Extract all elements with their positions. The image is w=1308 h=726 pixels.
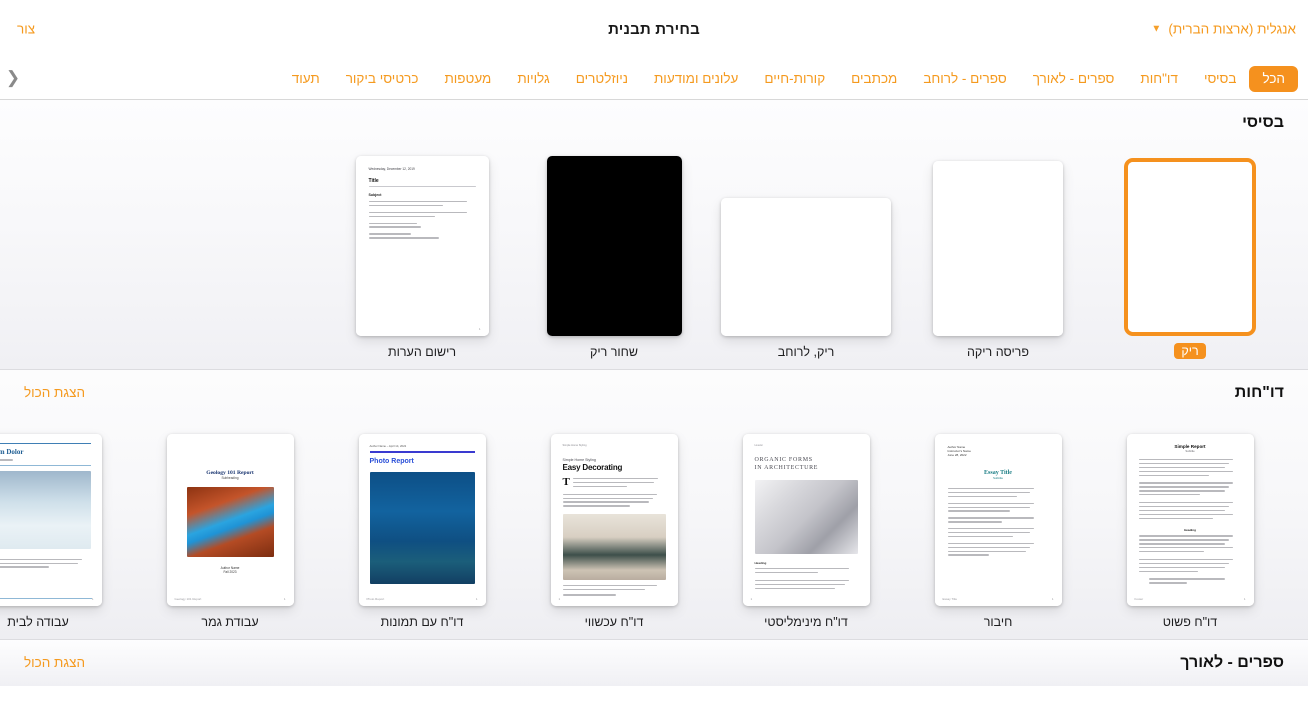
title-bar: צור בחירת תבנית אנגלית (ארצות הברית) ▼	[0, 0, 1308, 58]
section-reports-show-all[interactable]: הצגת הכול	[24, 385, 85, 400]
template-label: דו"ח מינימליסטי	[764, 615, 848, 629]
section-books-portrait-title: ספרים - לאורך	[1180, 654, 1284, 672]
template-card-term-paper[interactable]: Geology 101 ReportSubheadingAuthor NameF…	[134, 416, 326, 629]
template-thumbnail-wrap	[710, 146, 902, 336]
template-card-blank-layout[interactable]: פריסה ריקה	[902, 146, 1094, 359]
template-thumbnail[interactable]	[721, 198, 891, 336]
tab-6[interactable]: קורות-חיים	[751, 66, 838, 92]
chevron-down-icon: ▼	[1151, 24, 1161, 34]
tab-3[interactable]: ספרים - לאורך	[1020, 66, 1128, 92]
section-reports: דו"חות הצגת הכול Simple ReportSubtitleHe…	[0, 370, 1308, 639]
section-books-portrait-show-all[interactable]: הצגת הכול	[24, 655, 85, 670]
template-thumbnail-wrap	[902, 146, 1094, 336]
template-label: ריק, לרוחב	[778, 345, 835, 359]
template-label: שחור ריק	[590, 345, 638, 359]
template-thumbnail-wrap: Simple Home StylingSimple Home StylingEa…	[518, 416, 710, 606]
tab-8[interactable]: ניוזלטרים	[563, 66, 641, 92]
template-thumbnail[interactable]	[1124, 158, 1256, 336]
tab-11[interactable]: כרטיסי ביקור	[333, 66, 432, 92]
template-thumbnail[interactable]: Geology 101 ReportSubheadingAuthor NameF…	[167, 434, 294, 606]
template-thumbnail-wrap: Simple ReportSubtitleHeadingFooter1	[1094, 416, 1286, 606]
template-label: חיבור	[984, 615, 1013, 629]
page-title: בחירת תבנית	[608, 21, 700, 38]
template-thumbnail-wrap	[1094, 146, 1286, 336]
template-thumbnail[interactable]: Simple ReportSubtitleHeadingFooter1	[1127, 434, 1254, 606]
section-books-portrait: ספרים - לאורך הצגת הכול	[0, 640, 1308, 686]
template-label: דו"ח פשוט	[1163, 615, 1217, 629]
template-card-photo-report[interactable]: Author Name – April 14, 2022Photo Report…	[326, 416, 518, 629]
template-thumbnail[interactable]	[933, 161, 1063, 336]
template-thumbnail[interactable]: Wednesday, December 12, 2019TitleSubject…	[356, 156, 489, 336]
section-books-portrait-header: ספרים - לאורך הצגת הכול	[22, 640, 1286, 686]
tab-10[interactable]: מעטפות	[431, 66, 504, 92]
template-label: עבודת גמר	[201, 615, 258, 629]
chevron-left-icon[interactable]: ❮	[0, 68, 26, 90]
template-label: דו"ח עם תמונות	[381, 615, 464, 629]
template-label: פריסה ריקה	[967, 345, 1029, 359]
template-card-essay[interactable]: Author NameInstructor's NameJune 28, 202…	[902, 416, 1094, 629]
template-label: רישום הערות	[388, 345, 456, 359]
template-thumbnail-wrap	[518, 146, 710, 336]
template-card-blank[interactable]: ריק	[1094, 146, 1286, 359]
section-basic: בסיסי ריק פריסה ריקה ריק, לרוחב שחור ריק Wed…	[0, 100, 1308, 369]
tab-5[interactable]: מכתבים	[838, 66, 910, 92]
tab-7[interactable]: עלונים ומודעות	[641, 66, 751, 92]
tab-0[interactable]: הכל	[1249, 66, 1298, 92]
template-thumbnail[interactable]: Simple Home StylingSimple Home StylingEa…	[551, 434, 678, 606]
template-thumbnail-wrap: HeaderORGANIC FORMSIN ARCHITECTUREHeadin…	[710, 416, 902, 606]
section-basic-title: בסיסי	[1242, 114, 1284, 132]
tab-1[interactable]: בסיסי	[1191, 66, 1250, 92]
section-basic-header: בסיסי	[22, 100, 1286, 146]
template-thumbnail[interactable]: Author NameInstructor's NameJune 28, 202…	[935, 434, 1062, 606]
template-thumbnail-wrap: Geology 101 ReportSubheadingAuthor NameF…	[134, 416, 326, 606]
template-card-minimalist-report[interactable]: HeaderORGANIC FORMSIN ARCHITECTUREHeadin…	[710, 416, 902, 629]
language-selector[interactable]: אנגלית (ארצות הברית) ▼	[1151, 22, 1296, 37]
template-label: ריק	[1174, 343, 1205, 359]
template-label: דו"ח עכשווי	[585, 615, 644, 629]
template-thumbnail[interactable]	[547, 156, 682, 336]
template-thumbnail-wrap: Wednesday, December 12, 2019TitleSubject…	[326, 146, 518, 336]
template-card-black[interactable]: שחור ריק	[518, 146, 710, 359]
template-thumbnail[interactable]: HeaderORGANIC FORMSIN ARCHITECTUREHeadin…	[743, 434, 870, 606]
tab-2[interactable]: דו"חות	[1127, 66, 1191, 92]
template-card-contemporary-report[interactable]: Simple Home StylingSimple Home StylingEa…	[518, 416, 710, 629]
template-thumbnail[interactable]: Author Name – April 14, 2022Photo Report…	[359, 434, 486, 606]
template-category-tabbar: הכלבסיסידו"חותספרים - לאורךספרים - לרוחב…	[0, 58, 1308, 100]
section-reports-title: דו"חות	[1235, 384, 1284, 402]
template-gallery[interactable]: בסיסי ריק פריסה ריקה ריק, לרוחב שחור ריק Wed…	[0, 100, 1308, 726]
template-card-homework[interactable]: Ipsum Dolor1 עבודה לבית	[0, 416, 134, 629]
template-thumbnail-wrap: Author Name – April 14, 2022Photo Report…	[326, 416, 518, 606]
template-thumbnail[interactable]: Ipsum Dolor1	[0, 434, 102, 606]
template-thumbnail-wrap: Ipsum Dolor1	[0, 416, 134, 606]
template-row-basic: ריק פריסה ריקה ריק, לרוחב שחור ריק Wednesday…	[22, 146, 1286, 369]
template-card-note-taking[interactable]: Wednesday, December 12, 2019TitleSubject…	[326, 146, 518, 359]
language-label: אנגלית (ארצות הברית)	[1168, 22, 1296, 37]
tab-12[interactable]: תעוד	[279, 66, 333, 92]
template-thumbnail-wrap: Author NameInstructor's NameJune 28, 202…	[902, 416, 1094, 606]
template-label: עבודה לבית	[7, 615, 68, 629]
tab-list: הכלבסיסידו"חותספרים - לאורךספרים - לרוחב…	[26, 66, 1304, 92]
section-reports-header: דו"חות הצגת הכול	[22, 370, 1286, 416]
tab-4[interactable]: ספרים - לרוחב	[910, 66, 1019, 92]
tab-9[interactable]: גלויות	[504, 66, 562, 92]
template-row-reports: Simple ReportSubtitleHeadingFooter1 דו"ח …	[22, 416, 1286, 639]
template-card-simple-report[interactable]: Simple ReportSubtitleHeadingFooter1 דו"ח …	[1094, 416, 1286, 629]
template-card-blank-landscape[interactable]: ריק, לרוחב	[710, 146, 902, 359]
create-button[interactable]: צור	[13, 20, 39, 39]
